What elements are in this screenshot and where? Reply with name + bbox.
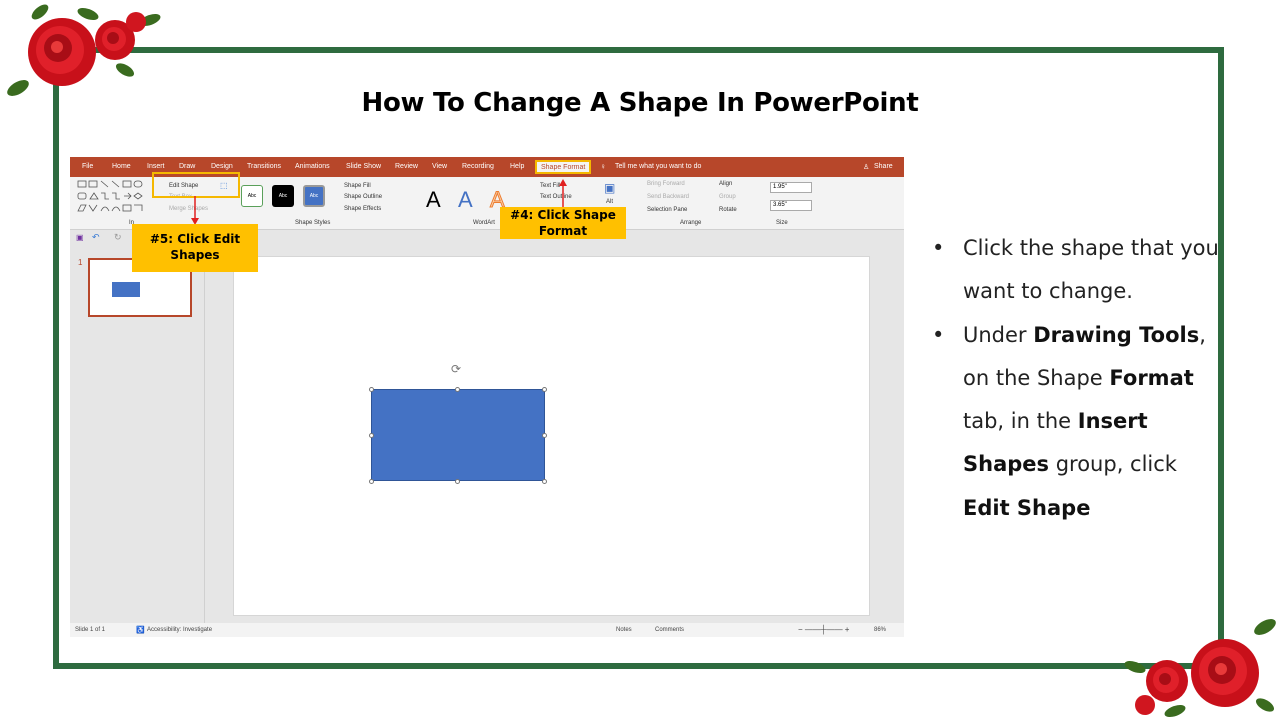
shape-fill-button[interactable]: Shape Fill (344, 183, 371, 189)
shapes-gallery[interactable] (76, 180, 152, 214)
instruction-item: • Under Drawing Tools, on the Shape Forma… (928, 314, 1228, 530)
save-icon[interactable]: ▣ (76, 233, 84, 242)
align-button[interactable]: Align (719, 181, 732, 187)
redo-icon[interactable]: ↻ (114, 232, 122, 243)
bullet-icon: • (932, 322, 945, 347)
wordart-group-label: WordArt (473, 220, 495, 226)
tab-file[interactable]: File (82, 163, 93, 170)
group-button[interactable]: Group (719, 194, 736, 200)
share-button[interactable]: Share (874, 163, 893, 170)
lightbulb-icon: ♀ (600, 162, 606, 171)
zoom-slider[interactable]: − ——┼—— + (798, 625, 849, 634)
rotate-handle-icon[interactable]: ⟳ (451, 362, 461, 376)
instruction-1-text: Click the shape that you want to change. (963, 236, 1219, 304)
callout-step-5: #5: Click Edit Shapes (132, 224, 258, 272)
selected-rectangle-shape[interactable] (371, 389, 545, 481)
style-preset-3[interactable]: Abc (303, 185, 325, 207)
zoom-level: 86% (874, 627, 887, 633)
instruction-2-bold: Drawing Tools (1033, 322, 1200, 347)
rotate-button[interactable]: Rotate (719, 207, 737, 213)
slide-canvas[interactable]: ⟳ (233, 256, 870, 616)
resize-handle[interactable] (369, 479, 374, 484)
accessibility-status[interactable]: Accessibility: Investigate (147, 627, 212, 633)
resize-handle[interactable] (542, 433, 547, 438)
slide-title: How To Change A Shape In PowerPoint (361, 88, 919, 118)
slide-count: Slide 1 of 1 (75, 627, 106, 633)
shape-width-input[interactable]: 3.65" (770, 200, 812, 211)
bring-forward-button[interactable]: Bring Forward (647, 181, 685, 187)
tab-recording[interactable]: Recording (462, 163, 494, 170)
wordart-style-1[interactable]: A (426, 187, 441, 213)
instructions-list: • Click the shape that you want to change… (928, 227, 1228, 530)
send-backward-button[interactable]: Send Backward (647, 194, 689, 200)
accessibility-icon: ♿ (136, 627, 145, 634)
tab-review[interactable]: Review (395, 163, 418, 170)
shape-outline-button[interactable]: Shape Outline (344, 194, 382, 200)
comments-button[interactable]: Comments (655, 627, 684, 633)
arrange-group-label: Arrange (680, 220, 702, 226)
selection-pane-button[interactable]: Selection Pane (647, 207, 687, 213)
resize-handle[interactable] (542, 479, 547, 484)
shape-styles-group-label: Shape Styles (295, 220, 331, 226)
size-group-label: Size (776, 220, 788, 226)
instruction-2-part: tab, in the (963, 409, 1078, 434)
style-preset-2-label: Abc (278, 193, 288, 199)
notes-button[interactable]: Notes (616, 627, 632, 633)
arrow-to-shape-format (559, 179, 567, 208)
callout-step-4: #4: Click Shape Format (500, 207, 626, 239)
tab-design[interactable]: Design (211, 163, 233, 170)
instruction-2-bold: Edit Shape (963, 495, 1091, 520)
rose-decoration-bottom-right (1124, 619, 1276, 718)
tab-transitions[interactable]: Transitions (247, 163, 281, 170)
alt-text-button[interactable]: Alt (606, 199, 613, 205)
alt-text-icon: ▣ (604, 181, 616, 195)
tab-shape-format[interactable]: Shape Format (535, 160, 592, 174)
shape-height-input[interactable]: 1.95" (770, 182, 812, 193)
thumbnail-shape (112, 282, 140, 297)
edit-shape-highlight (152, 172, 240, 198)
shape-effects-button[interactable]: Shape Effects (344, 206, 381, 212)
thumbnail-number: 1 (78, 258, 83, 267)
tell-me-search[interactable]: Tell me what you want to do (615, 163, 701, 170)
share-icon: ♙ (863, 164, 870, 171)
tab-view[interactable]: View (432, 163, 447, 170)
slide-thumbnail-pane: 1 (70, 246, 205, 623)
style-preset-1-label: Abc (247, 193, 257, 199)
instruction-item: • Click the shape that you want to change… (928, 227, 1228, 314)
tab-insert[interactable]: Insert (147, 163, 165, 170)
style-preset-3-label: Abc (309, 193, 319, 199)
instruction-2-text: Under Drawing Tools, on the Shape Format… (963, 323, 1206, 520)
resize-handle[interactable] (369, 387, 374, 392)
arrow-to-edit-shape (191, 196, 199, 225)
instruction-2-part: Under (963, 322, 1034, 347)
resize-handle[interactable] (455, 479, 460, 484)
wordart-style-2[interactable]: A (458, 187, 473, 213)
resize-handle[interactable] (455, 387, 460, 392)
instruction-2-bold: Format (1109, 365, 1194, 390)
tab-help[interactable]: Help (510, 163, 524, 170)
resize-handle[interactable] (369, 433, 374, 438)
status-bar: Slide 1 of 1 ♿ Accessibility: Investigat… (70, 623, 904, 637)
style-preset-2[interactable]: Abc (272, 185, 294, 207)
tab-animations[interactable]: Animations (295, 163, 330, 170)
undo-icon[interactable]: ↶ (92, 232, 100, 243)
tab-slide-show[interactable]: Slide Show (346, 163, 381, 170)
bullet-icon: • (932, 236, 945, 260)
instruction-2-part: group, click (1049, 452, 1177, 477)
tab-draw[interactable]: Draw (179, 163, 195, 170)
tab-home[interactable]: Home (112, 163, 131, 170)
resize-handle[interactable] (542, 387, 547, 392)
style-preset-1[interactable]: Abc (241, 185, 263, 207)
